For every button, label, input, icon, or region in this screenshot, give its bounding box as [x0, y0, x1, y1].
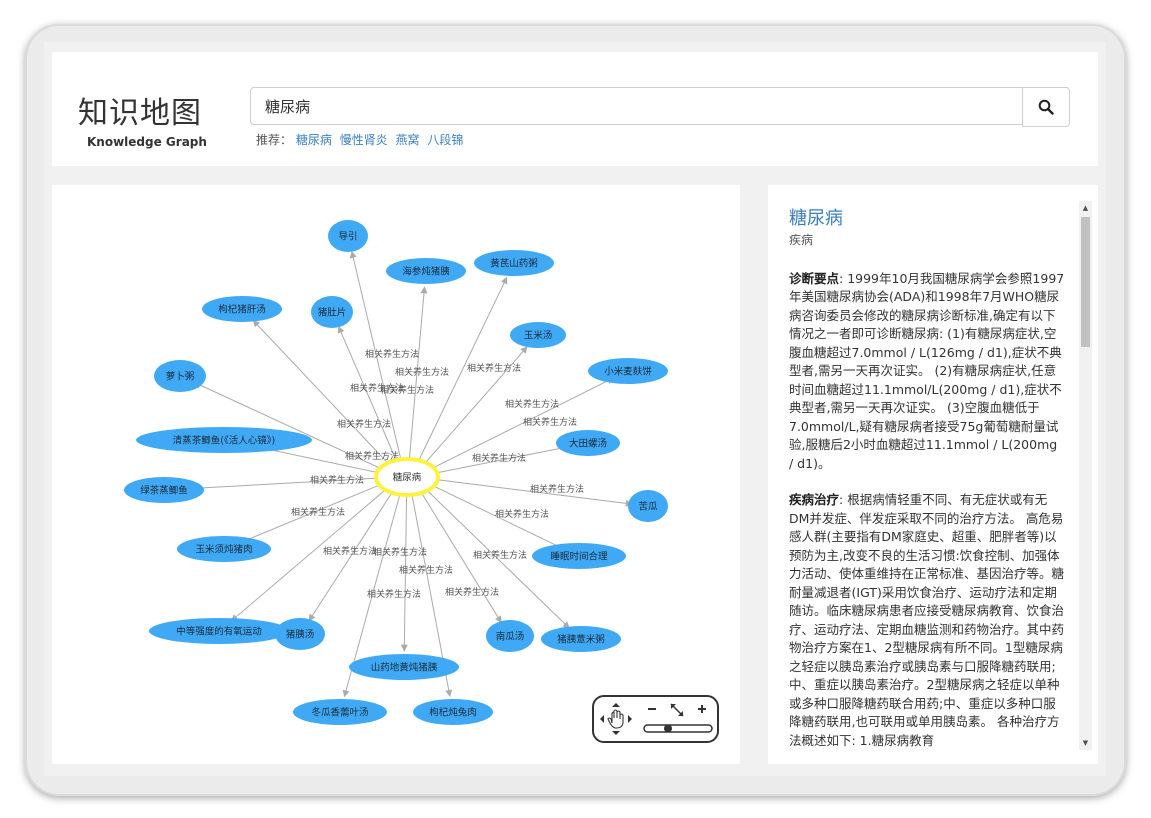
edge-label: 相关养生方法 [473, 549, 527, 561]
node-label: 导引 [338, 232, 357, 243]
node-label: 大田螺汤 [569, 438, 607, 450]
zoom-in-icon[interactable] [698, 705, 706, 713]
edge-label: 相关养生方法 [530, 483, 584, 495]
edge-label: 相关养生方法 [445, 586, 499, 598]
search-icon [1038, 99, 1054, 115]
recommend-link[interactable]: 八段锦 [427, 133, 463, 147]
edge-label: 相关养生方法 [323, 545, 377, 557]
graph-node[interactable]: 枸杞猪肝汤 [202, 296, 282, 322]
recommend-link[interactable]: 糖尿病 [296, 133, 332, 147]
edge-label: 相关养生方法 [337, 418, 391, 430]
node-label: 玉米汤 [524, 330, 553, 342]
graph-panel[interactable]: 相关养生方法 相关养生方法 相关养生方法 相关养生方法 相关养生方法 相关养生方法 相关养生… [52, 185, 740, 764]
page-title: 知识地图 [78, 96, 202, 131]
node-label: 枸杞猪肝汤 [218, 304, 266, 316]
edge-label: 相关养生方法 [395, 366, 449, 378]
node-label: 清蒸茶鲫鱼(《活人心镜》) [173, 435, 275, 447]
node-label: 中等强度的有氧运动 [176, 626, 262, 638]
graph-node[interactable]: 猪肚片 [311, 296, 353, 328]
edge-label: 相关养生方法 [373, 546, 427, 558]
graph-node[interactable]: 清蒸茶鲫鱼(《活人心镜》) [136, 427, 312, 453]
knowledge-graph[interactable]: 相关养生方法相关养生方法 相关养生方法相关养生方法相关养生方法相关养生方法相关养生… [52, 185, 740, 764]
recommend-link[interactable]: 慢性肾炎 [340, 133, 388, 147]
page-subtitle: Knowledge Graph [87, 135, 207, 149]
zoom-slider-track[interactable] [643, 724, 713, 733]
section-heading: 疾病治疗 [789, 492, 840, 507]
graph-node[interactable]: 南瓜汤 [486, 620, 534, 652]
graph-node[interactable]: 睡眠时间合理 [532, 543, 626, 569]
scrollbar[interactable]: ▲ ▼ [1079, 201, 1092, 750]
center-node-label: 糖尿病 [393, 472, 422, 484]
graph-node[interactable]: 玉米须炖猪肉 [177, 536, 271, 562]
detail-panel: 糖尿病 疾病 诊断要点: 1999年10月我国糖尿病学会参照1997年美国糖尿病… [768, 185, 1098, 764]
recommend-label: 推荐： [256, 133, 293, 147]
detail-type: 疾病 [789, 233, 814, 247]
node-label: 山药地黄炖猪胰 [371, 662, 438, 674]
section-heading: 诊断要点 [789, 270, 840, 286]
header: 知识地图 Knowledge Graph 推荐： 糖尿病 慢性肾炎 燕窝 八段锦 [52, 52, 1098, 166]
section-text: : 根据病情轻重不同、有无症状或有无DM并发症、伴发症采取不同的治疗方法。 高危… [789, 492, 1065, 748]
graph-node[interactable]: 海参炖猪胰 [386, 258, 466, 284]
node-label: 海参炖猪胰 [402, 266, 450, 278]
edge-label: 相关养生方法 [291, 506, 345, 518]
node-label: 小米麦麸饼 [604, 366, 652, 378]
edge-label: 相关养生方法 [367, 588, 421, 600]
node-label: 冬瓜香薷叶汤 [311, 707, 368, 719]
graph-node[interactable]: 玉米汤 [510, 322, 566, 348]
fit-icon[interactable] [670, 703, 684, 717]
recommend-bar: 推荐： 糖尿病 慢性肾炎 燕窝 八段锦 [256, 131, 467, 148]
scroll-thumb[interactable] [1081, 217, 1090, 347]
edge-label: 相关养生方法 [472, 452, 526, 464]
edge-label: 相关养生方法 [399, 564, 453, 576]
edge-label: 相关养生方法 [495, 508, 549, 520]
graph-node[interactable]: 苦瓜 [628, 490, 668, 522]
graph-node[interactable]: 冬瓜香薷叶汤 [293, 699, 387, 725]
graph-node[interactable]: 黄芪山药粥 [474, 250, 554, 276]
graph-node[interactable]: 猪胰汤 [275, 618, 325, 650]
node-label: 玉米须炖猪肉 [195, 544, 252, 556]
graph-node[interactable]: 导引 [328, 220, 368, 252]
edge-label: 相关养生方法 [505, 398, 559, 410]
graph-center-node[interactable]: 糖尿病 [374, 457, 440, 497]
detail-content: 糖尿病 疾病 诊断要点: 1999年10月我国糖尿病学会参照1997年美国糖尿病… [789, 207, 1065, 764]
edge-label: 相关养生方法 [310, 474, 364, 486]
graph-navigation-controls [592, 695, 719, 743]
node-label: 苦瓜 [638, 501, 658, 513]
edge-label: 相关养生方法 [467, 362, 521, 374]
node-label: 绿茶蒸鲫鱼 [140, 485, 188, 497]
node-label: 枸杞炖兔肉 [429, 707, 477, 719]
edge-label: 相关养生方法 [380, 384, 434, 396]
search-button[interactable] [1022, 87, 1070, 127]
graph-node[interactable]: 猪胰薏米粥 [541, 626, 621, 652]
node-label: 猪胰薏米粥 [557, 634, 605, 646]
edge-label: 相关养生方法 [523, 416, 577, 428]
graph-node[interactable]: 小米麦麸饼 [588, 358, 668, 384]
graph-node[interactable]: 萝卜粥 [154, 360, 206, 392]
node-label: 猪肚片 [318, 307, 347, 319]
recommend-link[interactable]: 燕窝 [396, 133, 420, 147]
zoom-slider-handle[interactable] [664, 724, 672, 733]
node-label: 南瓜汤 [496, 631, 525, 643]
node-label: 萝卜粥 [166, 371, 195, 383]
edge-label: 相关养生方法 [365, 348, 419, 360]
detail-title: 糖尿病 [789, 208, 843, 229]
detail-section: 疾病治疗: 根据病情轻重不同、有无症状或有无DM并发症、伴发症采取不同的治疗方法… [789, 491, 1065, 750]
graph-node[interactable]: 绿茶蒸鲫鱼 [124, 477, 204, 503]
node-label: 猪胰汤 [286, 629, 315, 641]
graph-node[interactable]: 大田螺汤 [556, 430, 620, 456]
node-label: 睡眠时间合理 [550, 551, 608, 563]
scroll-down-icon[interactable]: ▼ [1079, 736, 1092, 750]
graph-node[interactable]: 中等强度的有氧运动 [149, 618, 289, 644]
section-text: : 1999年10月我国糖尿病学会参照1997年美国糖尿病协会(ADA)和199… [789, 270, 1065, 471]
graph-node[interactable]: 山药地黄炖猪胰 [349, 654, 459, 680]
scroll-up-icon[interactable]: ▲ [1079, 201, 1092, 215]
pan-icon[interactable] [600, 703, 632, 735]
node-label: 黄芪山药粥 [490, 258, 538, 270]
detail-section: 诊断要点: 1999年10月我国糖尿病学会参照1997年美国糖尿病协会(ADA)… [789, 270, 1065, 474]
graph-node[interactable]: 枸杞炖兔肉 [413, 699, 493, 725]
search-input[interactable] [250, 87, 1068, 125]
